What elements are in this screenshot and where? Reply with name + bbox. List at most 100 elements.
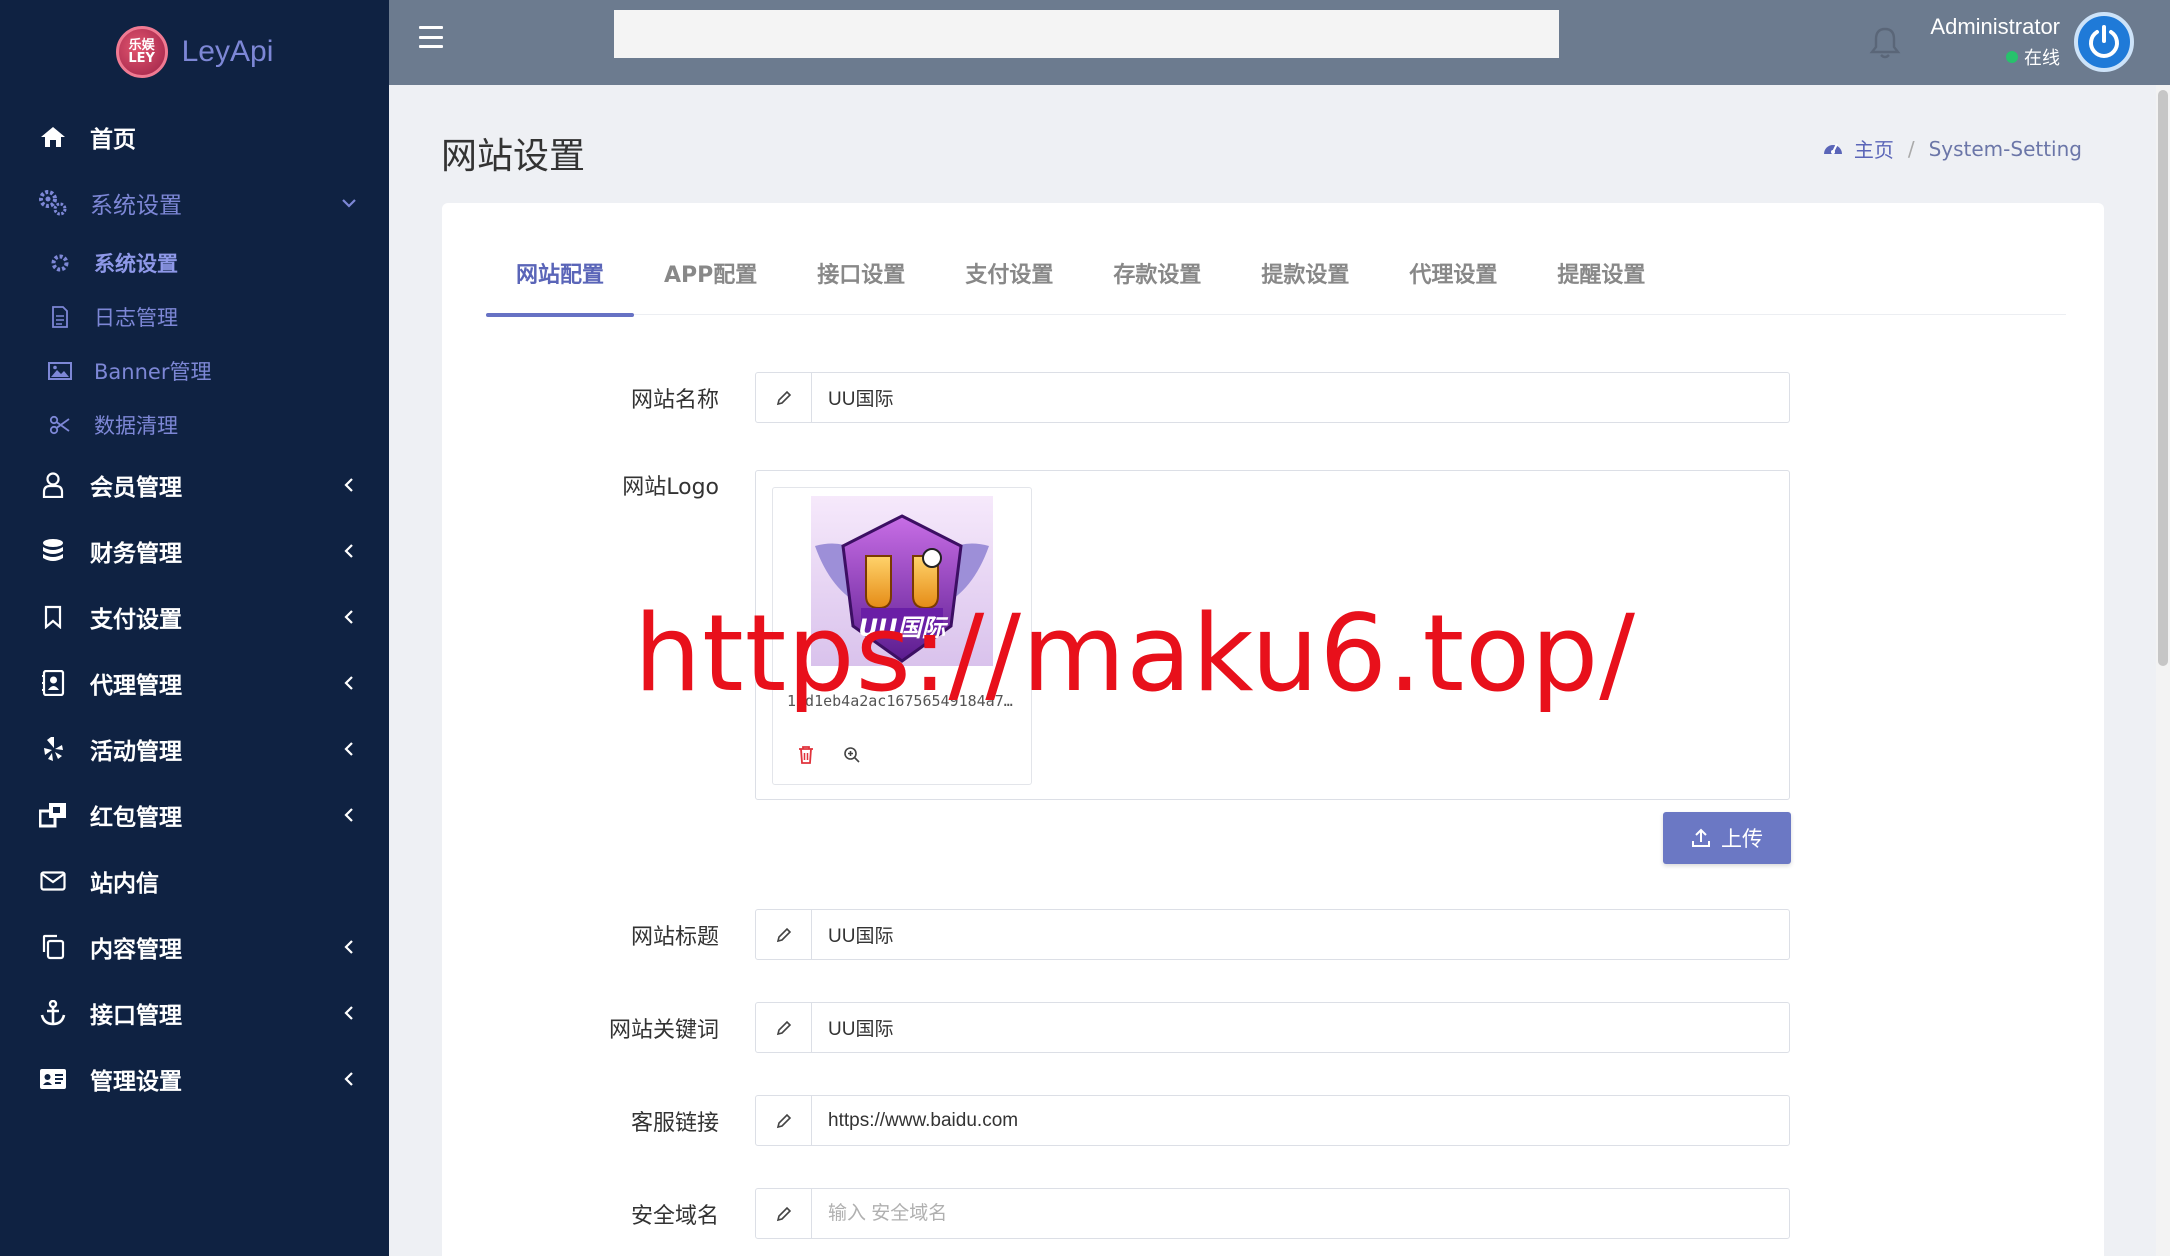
bell-icon[interactable]	[1869, 26, 1901, 60]
tab-withdraw-settings[interactable]: 提款设置	[1231, 231, 1379, 315]
copy-icon	[38, 932, 68, 962]
chevron-left-icon	[339, 739, 359, 759]
sidebar-item-members[interactable]: 会员管理	[0, 452, 389, 518]
safe-domain-label: 安全域名	[630, 1204, 719, 1229]
tab-deposit-settings[interactable]: 存款设置	[1083, 231, 1231, 315]
upload-button-label: 上传	[1721, 828, 1763, 851]
upload-button[interactable]: 上传	[1663, 812, 1791, 864]
user-icon	[38, 470, 68, 500]
settings-tabs: 网站配置 APP配置 接口设置 支付设置 存款设置 提款设置 代理设置 提醒设置	[486, 231, 2066, 317]
sidebar-item-home[interactable]: 首页	[0, 104, 389, 170]
breadcrumb: 主页 / System-Setting	[1822, 134, 2082, 163]
sidebar-item-messages[interactable]: 站内信	[0, 848, 389, 914]
chevron-left-icon	[339, 937, 359, 957]
pencil-icon	[756, 1003, 812, 1052]
breadcrumb-home[interactable]: 主页	[1854, 134, 1894, 163]
tab-site-config[interactable]: 网站配置	[486, 231, 635, 317]
site-keywords-group	[755, 1002, 1790, 1053]
id-card-icon	[38, 1064, 68, 1094]
sidebar-item-label: 站内信	[90, 871, 159, 897]
sidebar-subitem-label: 系统设置	[94, 252, 178, 276]
zoom-in-icon[interactable]	[841, 744, 863, 766]
safe-domain-input[interactable]	[812, 1189, 1789, 1238]
sidebar-item-red-packets[interactable]: 红包管理	[0, 782, 389, 848]
logo-actions	[795, 744, 863, 766]
sidebar-item-api[interactable]: 接口管理	[0, 980, 389, 1046]
sidebar-subitem-label: 数据清理	[94, 414, 178, 438]
sidebar: 乐娱LEY LeyApi 首页 系统设置 系统设置 日志管理 Banner管理 …	[0, 0, 389, 1256]
power-icon	[2089, 25, 2119, 58]
breadcrumb-current: System-Setting	[1928, 136, 2082, 161]
site-name-group	[755, 372, 1790, 423]
sidebar-subitem-label: Banner管理	[94, 360, 212, 384]
user-status: 在线	[2006, 44, 2060, 70]
site-keywords-input[interactable]	[812, 1003, 1789, 1052]
scrollbar-thumb[interactable]	[2158, 90, 2168, 666]
page-title: 网站设置	[441, 136, 586, 177]
sidebar-subitem-system-settings[interactable]: 系统设置	[0, 236, 389, 290]
dashboard-icon	[1822, 137, 1844, 161]
brand-logo: 乐娱LEY	[115, 26, 168, 78]
chevron-left-icon	[339, 1003, 359, 1023]
sidebar-item-agents[interactable]: 代理管理	[0, 650, 389, 716]
site-name-label: 网站名称	[630, 388, 719, 413]
brand[interactable]: 乐娱LEY LeyApi	[0, 0, 389, 104]
sidebar-subitem-label: 日志管理	[94, 306, 178, 330]
site-title-input[interactable]	[812, 910, 1789, 959]
menu-toggle-icon[interactable]	[419, 26, 443, 48]
tab-api-settings[interactable]: 接口设置	[787, 231, 935, 315]
sidebar-item-label: 活动管理	[90, 739, 182, 765]
pencil-icon	[756, 373, 812, 422]
sidebar-item-system-settings[interactable]: 系统设置	[0, 170, 389, 236]
chevron-left-icon	[339, 541, 359, 561]
tab-agent-settings[interactable]: 代理设置	[1379, 231, 1527, 315]
avatar[interactable]	[2074, 12, 2134, 72]
site-name-input[interactable]	[812, 373, 1789, 422]
pencil-icon	[756, 910, 812, 959]
sidebar-item-label: 财务管理	[90, 541, 182, 567]
top-search-input[interactable]	[614, 10, 1559, 58]
service-link-input[interactable]	[812, 1096, 1789, 1145]
chevron-left-icon	[339, 607, 359, 627]
tab-reminder-settings[interactable]: 提醒设置	[1527, 231, 1675, 315]
sidebar-item-label: 首页	[90, 127, 136, 153]
user-status-label: 在线	[2024, 48, 2060, 69]
sidebar-item-label: 接口管理	[90, 1003, 182, 1029]
tab-app-config[interactable]: APP配置	[634, 231, 787, 315]
logo-upload-box: UU国际 15d1eb4a2ac16756549184a7d3b2c1e0.pn…	[755, 470, 1790, 800]
sidebar-item-finance[interactable]: 财务管理	[0, 518, 389, 584]
sidebar-item-activities[interactable]: 活动管理	[0, 716, 389, 782]
gear-icon	[48, 251, 72, 275]
sidebar-submenu-system: 系统设置 日志管理 Banner管理 数据清理	[0, 236, 389, 452]
sidebar-item-label: 会员管理	[90, 475, 182, 501]
document-icon	[48, 305, 72, 329]
site-title-label: 网站标题	[630, 925, 719, 950]
sidebar-subitem-data-cleanup[interactable]: 数据清理	[0, 398, 389, 452]
sidebar-item-payment[interactable]: 支付设置	[0, 584, 389, 650]
logo-thumbnail: UU国际 15d1eb4a2ac16756549184a7d3b2c1e0.pn…	[772, 487, 1032, 785]
settings-card: 网站配置 APP配置 接口设置 支付设置 存款设置 提款设置 代理设置 提醒设置…	[442, 203, 2104, 1256]
sidebar-item-admin-settings[interactable]: 管理设置	[0, 1046, 389, 1112]
sidebar-subitem-banner[interactable]: Banner管理	[0, 344, 389, 398]
sidebar-item-label: 管理设置	[90, 1069, 182, 1095]
service-link-label: 客服链接	[630, 1111, 719, 1136]
bookmark-icon	[38, 602, 68, 632]
image-icon	[48, 359, 72, 383]
tab-payment-settings[interactable]: 支付设置	[935, 231, 1083, 315]
sidebar-item-content[interactable]: 内容管理	[0, 914, 389, 980]
contact-book-icon	[38, 668, 68, 698]
site-title-group	[755, 909, 1790, 960]
breadcrumb-separator: /	[1907, 136, 1915, 161]
user-name[interactable]: Administrator	[1930, 14, 2060, 40]
scissors-icon	[48, 413, 72, 437]
upload-icon	[1692, 828, 1710, 847]
clone-icon	[38, 800, 68, 830]
sidebar-item-label: 内容管理	[90, 937, 182, 963]
online-status-dot	[2006, 51, 2018, 63]
sidebar-item-label: 红包管理	[90, 805, 182, 831]
logo-file-name: 15d1eb4a2ac16756549184a7d3b2c1e0.png	[787, 692, 1019, 710]
service-link-group	[755, 1095, 1790, 1146]
chevron-down-icon	[339, 193, 359, 213]
trash-icon[interactable]	[795, 744, 817, 766]
sidebar-subitem-logs[interactable]: 日志管理	[0, 290, 389, 344]
